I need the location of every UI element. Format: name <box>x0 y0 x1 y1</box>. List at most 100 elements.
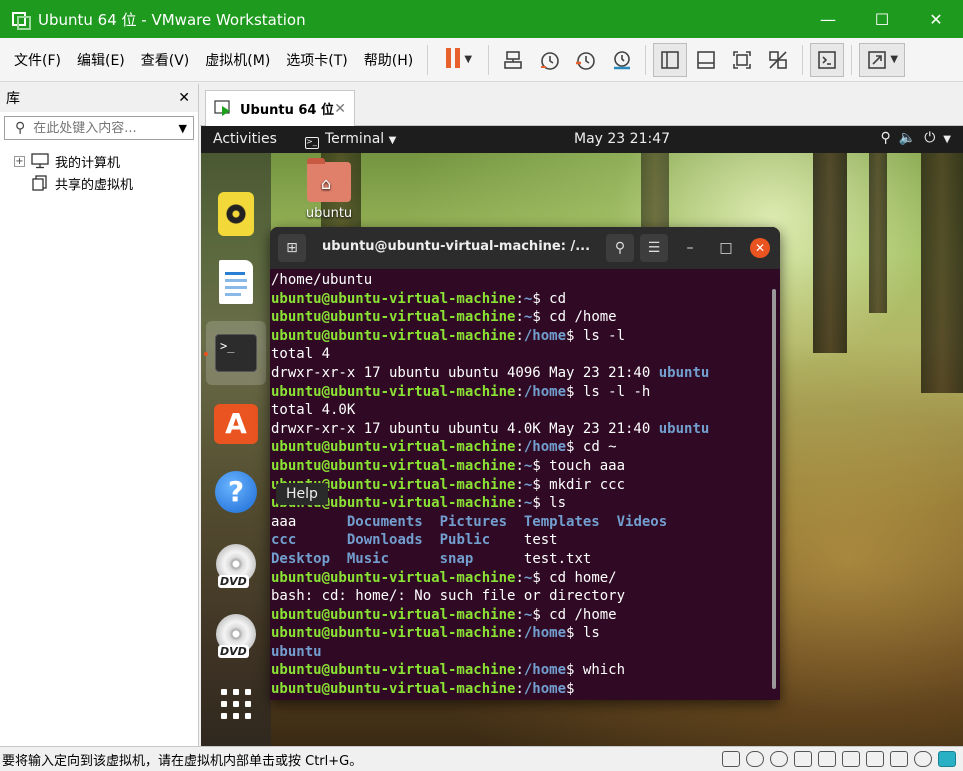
dock-terminal[interactable]: >_ <box>206 321 266 385</box>
fullscreen-icon <box>733 50 752 69</box>
terminal-text: $ ls -l <box>566 327 626 344</box>
menu-edit[interactable]: 编辑(E) <box>69 38 133 82</box>
close-terminal-button[interactable]: ✕ <box>750 238 770 258</box>
library-search-input[interactable] <box>33 120 173 136</box>
vm-running-icon <box>214 99 230 116</box>
send-ctrl-alt-del-button[interactable] <box>496 43 530 77</box>
hard-disk-icon[interactable] <box>722 751 740 767</box>
close-window-button[interactable]: ✕ <box>909 0 963 38</box>
show-thumbnail-button[interactable] <box>689 43 723 77</box>
stretch-guest-button[interactable]: ▼ <box>859 42 906 77</box>
app-menu[interactable]: >_ Terminal ▼ <box>305 131 396 149</box>
search-icon: ⚲ <box>614 240 626 256</box>
hamburger-menu-button[interactable]: ☰ <box>640 234 668 262</box>
terminal-title: ubuntu@ubuntu-virtual-machine: /... <box>322 239 591 254</box>
printer-icon[interactable] <box>866 751 884 767</box>
snapshot-manager-button[interactable] <box>604 43 638 77</box>
terminal-text: ubuntu@ubuntu-virtual-machine <box>271 569 516 586</box>
clock[interactable]: May 23 21:47 <box>574 131 670 147</box>
tree-item-shared-vms[interactable]: 共享的虚拟机 <box>0 172 198 194</box>
terminal-line: ubuntu@ubuntu-virtual-machine:~$ mkdir c… <box>271 476 780 495</box>
activities-button[interactable]: Activities <box>213 131 277 147</box>
dock-software[interactable]: A <box>211 399 261 449</box>
tree-item-my-computer[interactable]: + 我的计算机 <box>0 150 198 172</box>
terminal-line: ubuntu@ubuntu-virtual-machine:/home$ ls … <box>271 327 780 346</box>
pause-button[interactable]: ▼ <box>435 43 481 77</box>
menu-tabs[interactable]: 选项卡(T) <box>278 38 355 82</box>
wallpaper-tree <box>813 153 847 353</box>
usb-icon[interactable] <box>842 751 860 767</box>
close-tab-button[interactable]: ✕ <box>334 101 346 117</box>
minimize-button[interactable]: — <box>801 0 855 38</box>
vm-tab-strip: Ubuntu 64 位 ✕ <box>200 84 963 126</box>
terminal-text: /home <box>523 681 567 698</box>
terminal-text: $ <box>566 681 583 698</box>
terminal-window[interactable]: ⊞ ubuntu@ubuntu-virtual-machine: /... ⚲ … <box>270 227 780 700</box>
terminal-text: : <box>515 662 524 679</box>
wallpaper-tree <box>921 153 963 393</box>
sound-icon[interactable] <box>890 751 908 767</box>
network-adapter-icon[interactable] <box>818 751 836 767</box>
system-menu[interactable]: ⚲ 🔈 ⏻ ▼ <box>873 130 951 146</box>
menu-view[interactable]: 查看(V) <box>133 38 198 82</box>
terminal-line: drwxr-xr-x 17 ubuntu ubuntu 4.0K May 23 … <box>271 420 780 439</box>
dock-dvd-1[interactable]: DVD <box>211 539 261 589</box>
display-icon[interactable] <box>914 751 932 767</box>
terminal-text: total 4.0K <box>271 402 356 419</box>
terminal-line: ubuntu@ubuntu-virtual-machine:~$ cd home… <box>271 569 780 588</box>
expand-icon[interactable]: + <box>14 155 25 167</box>
message-log-icon[interactable] <box>938 751 956 767</box>
new-tab-button[interactable]: ⊞ <box>278 234 306 262</box>
power-icon: ⏻ <box>924 130 936 146</box>
tab-ubuntu[interactable]: Ubuntu 64 位 ✕ <box>205 90 355 126</box>
terminal-text: $ cd home/ <box>532 569 617 586</box>
terminal-text: : <box>515 457 524 474</box>
full-screen-button[interactable] <box>725 43 759 77</box>
menu-help[interactable]: 帮助(H) <box>356 38 421 82</box>
search-button[interactable]: ⚲ <box>606 234 634 262</box>
terminal-text: Music <box>346 550 390 567</box>
terminal-text: Templates <box>523 513 600 530</box>
menu-vm[interactable]: 虚拟机(M) <box>197 38 278 82</box>
chevron-down-icon[interactable]: ▼ <box>173 122 193 135</box>
stretch-icon <box>868 50 887 69</box>
dock-writer[interactable] <box>211 257 261 307</box>
terminal-text: snap <box>439 550 474 567</box>
ubuntu-software-icon: A <box>214 404 258 444</box>
vm-display[interactable]: Activities >_ Terminal ▼ May 23 21:47 ⚲ 🔈 ⏻… <box>201 126 963 746</box>
cd-dvd-icon[interactable] <box>746 751 764 767</box>
volume-icon: 🔈 <box>898 130 917 146</box>
dock-dvd-2[interactable]: DVD <box>211 609 261 659</box>
menu-file[interactable]: 文件(F) <box>6 38 69 82</box>
unity-mode-button[interactable] <box>761 43 795 77</box>
dock-help[interactable]: ? <box>211 467 261 517</box>
console-view-button[interactable] <box>810 42 845 77</box>
terminal-scrollbar[interactable] <box>772 289 776 689</box>
maximize-terminal-button[interactable]: □ <box>712 240 740 256</box>
tree-item-label: 我的计算机 <box>55 155 121 171</box>
library-search[interactable]: ⚲ ▼ <box>4 116 194 140</box>
home-folder-icon: ⌂ <box>307 158 351 202</box>
show-library-button[interactable] <box>653 42 688 77</box>
desktop-home-folder[interactable]: ⌂ ubuntu <box>304 158 354 221</box>
dock-rhythmbox[interactable] <box>211 189 261 239</box>
revert-snapshot-button[interactable] <box>568 43 602 77</box>
cd-dvd-2-icon[interactable] <box>770 751 788 767</box>
show-applications-button[interactable] <box>211 679 261 729</box>
terminal-text: $ cd <box>532 290 567 307</box>
floppy-icon[interactable] <box>794 751 812 767</box>
maximize-button[interactable]: ☐ <box>855 0 909 38</box>
tree-item-label: 共享的虚拟机 <box>55 177 134 193</box>
snapshot-button[interactable] <box>532 43 566 77</box>
minimize-terminal-button[interactable]: – <box>676 240 704 256</box>
terminal-output[interactable]: /home/ubuntu ubuntu@ubuntu-virtual-machin… <box>270 269 780 699</box>
unity-disabled-icon <box>769 50 788 69</box>
sidebar-layout-icon <box>661 50 680 69</box>
apps-grid-icon <box>221 689 251 719</box>
console-icon <box>818 50 837 69</box>
close-library-button[interactable]: ✕ <box>178 90 190 106</box>
terminal-line: ubuntu@ubuntu-virtual-machine:/home$ ls … <box>271 383 780 402</box>
